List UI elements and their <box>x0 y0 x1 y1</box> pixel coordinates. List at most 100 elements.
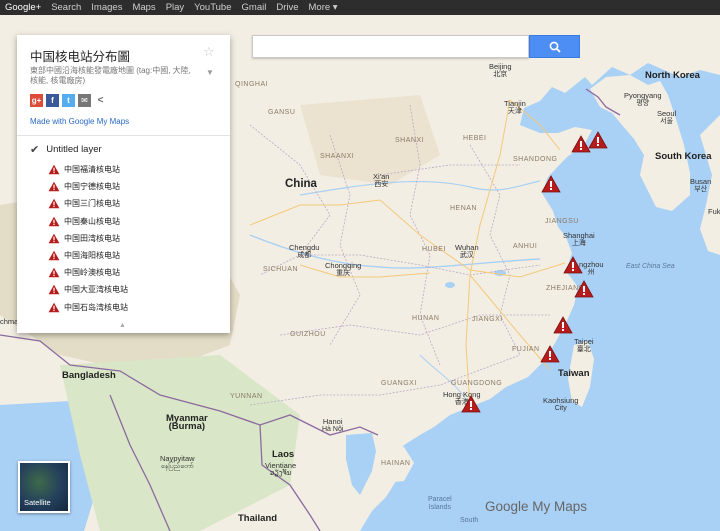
vientiane-en: Vientiane <box>265 461 297 470</box>
search-icon <box>549 41 561 53</box>
country-label-taiwan: Taiwan <box>558 368 590 379</box>
warning-icon <box>563 256 583 274</box>
layer-header[interactable]: ✔ Untitled layer <box>30 143 102 156</box>
topbar-link-google[interactable]: Google+ <box>5 2 41 13</box>
satellite-label: Satellite <box>24 498 51 507</box>
warning-icon <box>48 199 60 209</box>
nuclear-marker[interactable] <box>540 345 560 363</box>
kaohsiung-city: City <box>554 405 567 412</box>
province-label-qinghai: QINGHAI <box>235 81 269 88</box>
topbar-link-search[interactable]: Search <box>51 2 81 13</box>
map-description: 東部中國沿海核能發電廠地圖 (tag:中國, 大陸, 核能, 核電廠房) <box>30 66 191 85</box>
vientiane-cn: ວຽງຈັນ <box>269 470 292 477</box>
google-plus-icon[interactable]: g+ <box>30 94 43 107</box>
city-label-shanghai: Shanghai 上海 <box>563 232 595 248</box>
province-label-jiangxi: JIANGXI <box>472 316 503 323</box>
topbar-link-more[interactable]: More ▾ <box>309 2 338 13</box>
pyongyang-cn: 평양 <box>636 100 650 107</box>
list-item[interactable]: 中国岭澳核电站 <box>48 264 128 281</box>
topbar-link-drive[interactable]: Drive <box>276 2 298 13</box>
warning-icon <box>48 233 60 244</box>
paracel-islands: Islands <box>428 504 451 511</box>
country-label-south-korea: South Korea <box>655 151 712 162</box>
warning-icon <box>541 175 561 193</box>
city-label-tianjin: Tianjin 天津 <box>504 100 526 116</box>
busan-en: Busan <box>690 177 712 186</box>
list-item-label: 中国田湾核电站 <box>64 233 120 243</box>
topbar-link-images[interactable]: Images <box>91 2 122 13</box>
list-item[interactable]: 中国宁德核电站 <box>48 178 128 195</box>
city-label-wuhan: Wuhan 武汉 <box>455 244 479 260</box>
topbar-link-play[interactable]: Play <box>166 2 184 13</box>
naypyitaw-cn: နေပြည်တော် <box>160 463 194 470</box>
nuclear-marker[interactable] <box>541 175 561 193</box>
wuhan-cn: 武汉 <box>459 252 474 259</box>
nuclear-marker[interactable] <box>563 256 583 274</box>
list-item[interactable]: 中国石岛湾核电站 <box>48 299 128 316</box>
country-label-thailand: Thailand <box>238 513 278 524</box>
list-item-label: 中国海阳核电站 <box>64 251 120 261</box>
topbar-link-youtube[interactable]: YouTube <box>194 2 231 13</box>
province-label-guangxi: GUANGXI <box>381 380 417 387</box>
star-icon[interactable]: ☆ <box>203 44 215 60</box>
paracel-name: Paracel <box>428 496 452 503</box>
nuclear-marker[interactable] <box>574 280 594 298</box>
beijing-cn: 北京 <box>493 71 508 78</box>
list-item[interactable]: 中国大亚湾核电站 <box>48 281 128 298</box>
list-item[interactable]: 中国福清核电站 <box>48 161 128 178</box>
xian-en: Xi'an <box>373 172 390 181</box>
topbar-link-gmail[interactable]: Gmail <box>242 2 267 13</box>
province-label-shaanxi: SHAANXI <box>320 153 355 160</box>
city-label-naypyitaw: Naypyitaw နေပြည်တော် <box>160 455 195 471</box>
country-label-myanmar: Myanmar (Burma) <box>166 414 208 432</box>
shanghai-en: Shanghai <box>563 231 595 240</box>
list-item[interactable]: 中国海阳核电站 <box>48 247 128 264</box>
checkmark-icon[interactable]: ✔ <box>30 143 39 156</box>
city-label-xian: Xi'an 西安 <box>373 173 389 189</box>
province-label-hebei: HEBEI <box>463 135 487 142</box>
list-item[interactable]: 中国田湾核电站 <box>48 230 128 247</box>
warning-icon <box>48 250 60 261</box>
list-item[interactable]: 中国三门核电站 <box>48 195 128 212</box>
city-label-kaohsiung: Kaohsiung City <box>543 397 578 413</box>
city-label-seoul: Seoul 서울 <box>657 110 676 126</box>
list-item-label: 中国石岛湾核电站 <box>64 302 128 312</box>
chevron-down-icon[interactable]: ▼ <box>206 68 214 77</box>
tianjin-cn: 天津 <box>507 108 522 115</box>
share-icon[interactable]: < <box>94 94 107 107</box>
topbar-link-maps[interactable]: Maps <box>132 2 155 13</box>
warning-icon <box>540 345 560 363</box>
search-input[interactable] <box>253 36 528 57</box>
nuclear-marker[interactable] <box>588 131 608 149</box>
warning-icon <box>48 164 60 175</box>
made-with-link[interactable]: Made with Google My Maps <box>30 117 129 126</box>
share-bar: g+ f t ✉ < <box>30 94 107 107</box>
map-title: 中国核电站分布圖 <box>30 50 131 64</box>
warning-icon <box>48 302 60 312</box>
search-box[interactable] <box>252 35 529 58</box>
chengdu-en: Chengdu <box>289 243 320 252</box>
warning-icon <box>48 267 60 278</box>
list-item-label: 中国秦山核电站 <box>64 216 120 226</box>
google-my-maps-logo: Google My Maps <box>485 499 588 514</box>
warning-icon <box>48 181 60 192</box>
city-label-beijing: Beijing 北京 <box>489 63 512 79</box>
seoul-cn: 서울 <box>660 118 674 125</box>
email-icon[interactable]: ✉ <box>78 94 91 107</box>
city-label-busan: Busan 부산 <box>690 178 711 194</box>
warning-icon <box>48 285 60 295</box>
province-label-guangdong: GUANGDONG <box>451 380 503 387</box>
facebook-icon[interactable]: f <box>46 94 59 107</box>
sea-label-east-china-sea: East China Sea <box>626 263 675 270</box>
search-button[interactable] <box>529 35 580 58</box>
nuclear-marker[interactable] <box>553 316 573 334</box>
list-item[interactable]: 中国秦山核电站 <box>48 213 128 230</box>
twitter-icon[interactable]: t <box>62 94 75 107</box>
collapse-arrow-icon[interactable]: ▲ <box>119 322 126 329</box>
country-label-north-korea: North Korea <box>645 70 700 81</box>
chengdu-cn: 成都 <box>297 252 312 259</box>
satellite-toggle[interactable]: Satellite <box>18 461 70 513</box>
nuclear-marker[interactable] <box>461 395 481 413</box>
naypyitaw-en: Naypyitaw <box>160 454 195 463</box>
warning-icon <box>553 316 573 334</box>
